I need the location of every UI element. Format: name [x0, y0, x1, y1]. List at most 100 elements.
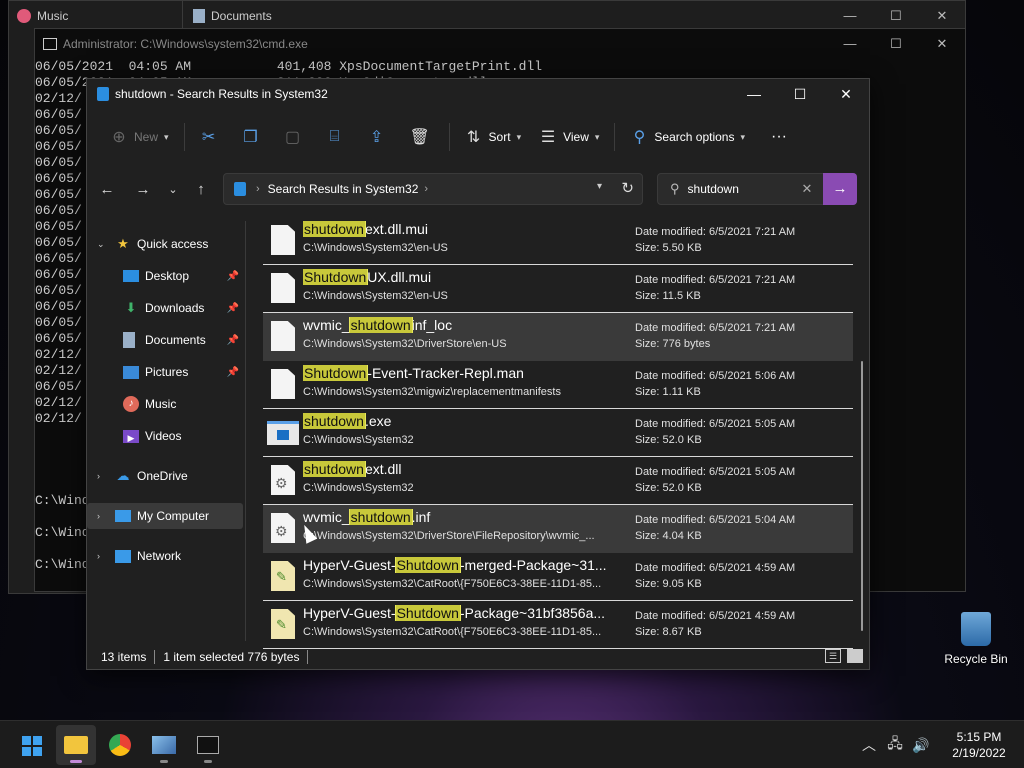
maximize-button[interactable]: ☐ — [777, 79, 823, 109]
result-row[interactable]: HyperV-Guest-Shutdown-Package~31bf3856a.… — [263, 601, 853, 649]
documents-maximize-button[interactable]: ☐ — [873, 1, 919, 31]
chevron-down-icon: ▾ — [516, 131, 522, 142]
network-status-icon[interactable]: 🖧 — [882, 733, 908, 757]
file-date-modified: Date modified: 6/5/2021 5:04 AM — [635, 514, 796, 526]
settings-file-icon — [271, 465, 295, 495]
new-button[interactable]: ⊕ New ▾ — [101, 121, 178, 153]
status-divider — [307, 650, 309, 664]
view-label: View — [563, 130, 589, 144]
file-explorer-window[interactable]: shutdown - Search Results in System32 — … — [86, 78, 870, 670]
music-app-icon — [17, 9, 31, 23]
taskbar-photos[interactable] — [144, 725, 184, 765]
cut-button[interactable]: ✂ — [191, 121, 233, 153]
cmd-titlebar[interactable]: Administrator: C:\Windows\system32\cmd.e… — [35, 29, 965, 59]
cmd-maximize-button[interactable]: ☐ — [873, 29, 919, 59]
result-row[interactable]: shutdownext.dll C:\Windows\System32 Date m… — [263, 457, 853, 505]
file-name-prefix: HyperV-Guest- — [303, 605, 396, 621]
recycle-bin[interactable]: Recycle Bin — [938, 612, 1014, 666]
chevron-down-icon: ▾ — [740, 131, 746, 142]
plus-icon: ⊕ — [112, 129, 126, 146]
result-row[interactable]: shutdown.exe C:\Windows\System32 Date modi… — [263, 409, 853, 457]
minimize-button[interactable]: — — [731, 79, 777, 109]
file-path: C:\Windows\System32 — [303, 482, 414, 494]
details-view-button[interactable]: ☰ — [825, 649, 841, 663]
chevron-up-icon[interactable]: ︿ — [856, 735, 882, 755]
search-options-button[interactable]: ⚲ Search options ▾ — [621, 121, 754, 153]
refresh-button[interactable]: ↻ — [621, 179, 634, 197]
close-button[interactable]: ✕ — [823, 79, 869, 109]
sidebar-item-network[interactable]: › Network — [87, 543, 243, 569]
taskbar: ︿ 🖧 🔊 5:15 PM 2/19/2022 — [0, 720, 1024, 768]
picture-icon — [123, 365, 139, 379]
up-button[interactable]: ↑ — [189, 177, 213, 203]
navigation-pane: ⌄ ★ Quick access Desktop 📌 ⬇ Downloads 📌… — [87, 221, 245, 641]
sidebar-item-onedrive[interactable]: › ☁ OneDrive — [87, 463, 243, 489]
search-match-highlight: Shutdown — [303, 269, 369, 285]
file-size: Size: 52.0 KB — [635, 434, 702, 446]
search-go-button[interactable]: → — [823, 173, 857, 205]
view-button[interactable]: ☰ View ▾ — [530, 121, 608, 153]
rename-button[interactable]: ⌸ — [317, 121, 359, 153]
sidebar-item-label: My Computer — [137, 509, 210, 523]
result-row[interactable]: HyperV-Guest-Shutdown-merged-Package~31.… — [263, 553, 853, 601]
volume-icon[interactable]: 🔊 — [908, 737, 934, 754]
sidebar-item-music[interactable]: ♪ Music — [87, 391, 243, 417]
music-titlebar[interactable]: Music — [9, 1, 187, 31]
music-note-icon: ♪ — [123, 396, 139, 412]
address-bar[interactable]: › Search Results in System32 › ▾ ↻ — [223, 173, 643, 205]
taskbar-terminal[interactable] — [188, 725, 228, 765]
copy-button[interactable]: ❐ — [233, 121, 275, 153]
explorer-window-title: shutdown - Search Results in System32 — [115, 87, 328, 101]
more-options-button[interactable]: ··· — [762, 121, 796, 153]
sidebar-item-desktop[interactable]: Desktop 📌 — [87, 263, 243, 289]
file-path: C:\Windows\System32\en-US — [303, 242, 448, 254]
cmd-close-button[interactable]: ✕ — [919, 29, 965, 59]
share-button[interactable]: ⇪ — [359, 121, 401, 153]
sidebar-item-documents[interactable]: Documents 📌 — [87, 327, 243, 353]
back-button[interactable]: ← — [95, 177, 119, 203]
forward-button[interactable]: → — [131, 177, 155, 203]
toolbar-divider — [183, 123, 185, 151]
sidebar-item-my-computer[interactable]: › My Computer — [87, 503, 243, 529]
documents-minimize-button[interactable]: — — [827, 1, 873, 31]
clear-search-button[interactable]: ✕ — [802, 181, 813, 197]
result-row[interactable]: ShutdownUX.dll.mui C:\Windows\System32\en… — [263, 265, 853, 313]
search-box[interactable]: ⚲ ✕ → — [657, 173, 857, 205]
paste-button[interactable]: ▢ — [275, 121, 317, 153]
sidebar-item-quick-access[interactable]: ⌄ ★ Quick access — [87, 231, 243, 257]
taskbar-chrome[interactable] — [100, 725, 140, 765]
sidebar-item-downloads[interactable]: ⬇ Downloads 📌 — [87, 295, 243, 321]
sort-button[interactable]: ⇅ Sort ▾ — [456, 121, 531, 153]
chevron-down-icon: ▾ — [164, 131, 169, 142]
recent-locations-button[interactable]: ⌄ — [161, 177, 185, 203]
copy-icon: ❐ — [243, 129, 258, 146]
network-icon — [115, 549, 131, 563]
result-row[interactable]: wvmic_shutdown.inf C:\Windows\System32\Dr… — [263, 505, 853, 553]
sidebar-item-pictures[interactable]: Pictures 📌 — [87, 359, 243, 385]
pane-divider[interactable] — [245, 221, 246, 641]
cmd-minimize-button[interactable]: — — [827, 29, 873, 59]
delete-button[interactable]: 🗑 — [401, 121, 443, 153]
result-row[interactable]: Shutdown-Event-Tracker-Repl.man C:\Window… — [263, 361, 853, 409]
sort-arrows-icon: ⇅ — [466, 129, 481, 146]
file-name: wvmic_shutdown.inf — [303, 509, 623, 525]
start-button[interactable] — [12, 725, 52, 765]
search-match-highlight: Shutdown — [394, 557, 461, 573]
clock[interactable]: 5:15 PM 2/19/2022 — [934, 729, 1024, 761]
breadcrumb-search-results[interactable]: Search Results in System32 — [268, 182, 419, 196]
file-path: C:\Windows\System32\DriverStore\en-US — [303, 338, 507, 350]
explorer-titlebar[interactable]: shutdown - Search Results in System32 — … — [87, 79, 869, 109]
result-row[interactable]: wvmic_shutdowninf_loc C:\Windows\System32… — [263, 313, 853, 361]
results-scrollbar[interactable] — [861, 361, 863, 631]
search-icon: ⚲ — [670, 181, 680, 196]
documents-close-button[interactable]: ✕ — [919, 1, 965, 31]
file-name-suffix: inf_loc — [411, 317, 453, 333]
documents-window[interactable]: Documents — ☐ ✕ — [182, 0, 966, 30]
taskbar-file-explorer[interactable] — [56, 725, 96, 765]
tiles-view-button[interactable] — [847, 649, 863, 663]
file-size: Size: 9.05 KB — [635, 578, 702, 590]
search-input[interactable] — [687, 182, 798, 196]
address-dropdown-button[interactable]: ▾ — [597, 181, 602, 192]
sidebar-item-videos[interactable]: ▶ Videos — [87, 423, 243, 449]
result-row[interactable]: shutdownext.dll.mui C:\Windows\System32\e… — [263, 217, 853, 265]
